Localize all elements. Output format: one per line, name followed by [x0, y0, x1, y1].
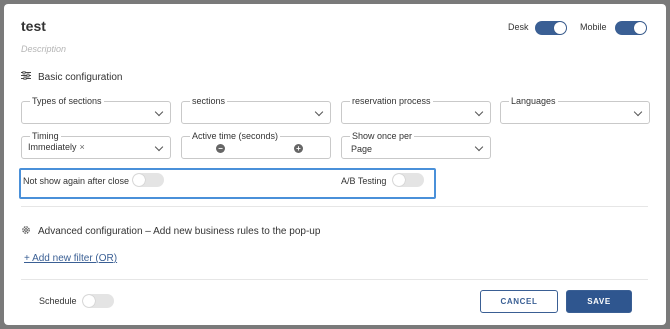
- chevron-down-icon: [314, 107, 324, 117]
- timing-select[interactable]: Timing Immediately ×: [21, 131, 171, 159]
- not-show-again-toggle[interactable]: [132, 173, 164, 187]
- minus-icon[interactable]: −: [216, 144, 225, 153]
- basic-config-heading-text: Basic configuration: [38, 71, 123, 83]
- add-new-filter-link[interactable]: + Add new filter (OR): [24, 253, 117, 264]
- popup-config-dialog: test Description Desk Mobile Basic confi…: [4, 4, 666, 325]
- advanced-config-heading: Advanced configuration – Add new busines…: [21, 225, 320, 238]
- sections-label: sections: [190, 96, 228, 106]
- timing-chip: Immediately ×: [28, 142, 85, 152]
- show-once-per-select[interactable]: Show once per Page: [341, 131, 491, 159]
- save-button[interactable]: SAVE: [566, 290, 632, 313]
- sliders-icon: [21, 70, 31, 83]
- toggle-knob: [133, 174, 145, 186]
- types-of-sections-select[interactable]: Types of sections: [21, 96, 171, 124]
- timing-chip-label: Immediately: [28, 142, 77, 152]
- chip-remove-icon[interactable]: ×: [80, 142, 85, 152]
- popup-title[interactable]: test: [21, 18, 46, 34]
- ab-testing-toggle[interactable]: [392, 173, 424, 187]
- active-time-stepper[interactable]: Active time (seconds) − +: [181, 131, 331, 159]
- toggle-knob: [554, 22, 566, 34]
- reservation-process-label: reservation process: [350, 96, 433, 106]
- schedule-label: Schedule: [39, 296, 77, 306]
- advanced-config-heading-text: Advanced configuration – Add new busines…: [38, 226, 321, 237]
- timing-label: Timing: [30, 131, 61, 141]
- divider: [21, 279, 648, 280]
- desk-label: Desk: [508, 22, 529, 32]
- show-once-per-value: Page: [351, 144, 373, 154]
- reservation-process-select[interactable]: reservation process: [341, 96, 491, 124]
- divider: [21, 206, 648, 207]
- mobile-label: Mobile: [580, 22, 607, 32]
- chevron-down-icon: [474, 142, 484, 152]
- description-field[interactable]: Description: [21, 44, 66, 54]
- chevron-down-icon: [633, 107, 643, 117]
- chevron-down-icon: [474, 107, 484, 117]
- types-of-sections-label: Types of sections: [30, 96, 104, 106]
- desk-toggle[interactable]: [535, 21, 567, 35]
- sections-select[interactable]: sections: [181, 96, 331, 124]
- plus-icon[interactable]: +: [294, 144, 303, 153]
- toggle-knob: [83, 295, 95, 307]
- mobile-toggle[interactable]: [615, 21, 647, 35]
- show-once-per-label: Show once per: [350, 131, 415, 141]
- toggle-knob: [634, 22, 646, 34]
- ab-testing-label: A/B Testing: [341, 176, 387, 186]
- languages-label: Languages: [509, 96, 558, 106]
- cancel-button[interactable]: CANCEL: [480, 290, 558, 313]
- basic-config-heading: Basic configuration: [21, 70, 123, 83]
- languages-select[interactable]: Languages: [500, 96, 650, 124]
- active-time-label: Active time (seconds): [190, 131, 281, 141]
- schedule-toggle[interactable]: [82, 294, 114, 308]
- toggle-knob: [393, 174, 405, 186]
- gear-icon: [21, 225, 31, 238]
- chevron-down-icon: [154, 142, 164, 152]
- chevron-down-icon: [154, 107, 164, 117]
- not-show-again-label: Not show again after close: [23, 176, 130, 186]
